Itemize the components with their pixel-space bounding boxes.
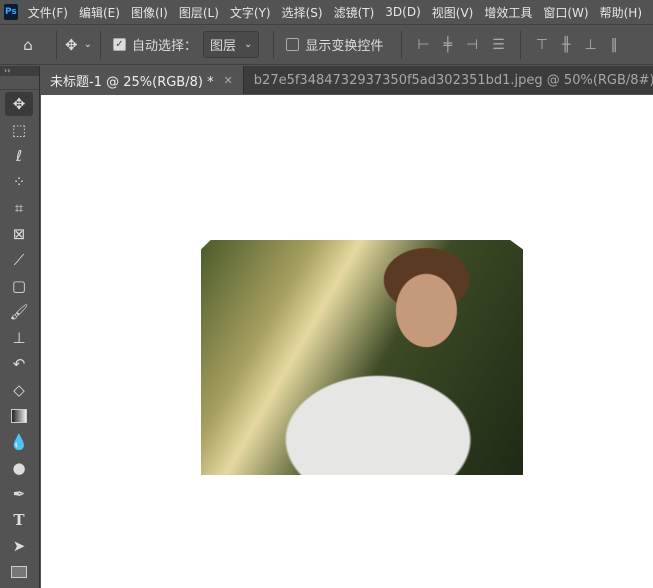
auto-select-label: 自动选择： xyxy=(131,39,197,54)
eyedropper-tool-icon[interactable]: ⟋ xyxy=(5,248,33,272)
align-left-icon[interactable]: ⊢ xyxy=(417,37,429,53)
gradient-tool-icon[interactable] xyxy=(5,404,33,428)
type-tool-icon[interactable]: T xyxy=(5,508,33,532)
align-top-icon[interactable]: ⊤ xyxy=(536,37,548,53)
chevron-down-icon: ⌄ xyxy=(244,39,253,50)
divider xyxy=(99,30,101,59)
menu-bar: Ps 文件(F) 编辑(E) 图像(I) 图层(L) 文字(Y) 选择(S) 滤… xyxy=(0,0,653,24)
tools-panel: ›› ✥ ⬚ ℓ ⁘ ⌗ ⊠ ⟋ ▢ 🖌 ⊥ ↶ ◇ 💧 ● ✒ T ➤ xyxy=(0,66,40,588)
tab-jpeg[interactable]: b27e5f3484732937350f5ad302351bd1.jpeg @ … xyxy=(242,66,653,94)
divider xyxy=(273,30,275,59)
crop-tool-icon[interactable]: ⌗ xyxy=(5,196,33,220)
menu-select[interactable]: 选择(S) xyxy=(282,4,323,21)
move-tool-icon[interactable]: ✥ xyxy=(65,36,78,54)
stamp-tool-icon[interactable]: ⊥ xyxy=(5,326,33,350)
rectangle-tool-icon[interactable] xyxy=(5,560,33,584)
menu-3d[interactable]: 3D(D) xyxy=(385,5,420,19)
menu-window[interactable]: 窗口(W) xyxy=(543,4,588,21)
align-hcenter-icon[interactable]: ╪ xyxy=(444,37,452,53)
menu-view[interactable]: 视图(V) xyxy=(432,4,474,21)
divider xyxy=(56,30,57,59)
document-tabs: 未标题-1 @ 25%(RGB/8) * ✕ b27e5f348473293735… xyxy=(40,66,653,94)
menu-help[interactable]: 帮助(H) xyxy=(600,4,642,21)
pen-tool-icon[interactable]: ✒ xyxy=(5,482,33,506)
move-tool-icon[interactable]: ✥ xyxy=(5,92,33,116)
tab-untitled-1[interactable]: 未标题-1 @ 25%(RGB/8) * ✕ xyxy=(40,66,243,94)
menu-layer[interactable]: 图层(L) xyxy=(179,4,219,21)
auto-select-target-dropdown[interactable]: 图层 ⌄ xyxy=(202,31,260,58)
divider xyxy=(519,30,521,59)
chevron-down-icon[interactable]: ⌄ xyxy=(84,39,92,50)
blur-tool-icon[interactable]: 💧 xyxy=(5,430,33,454)
brush-tool-icon[interactable]: 🖌 xyxy=(5,300,33,324)
lasso-tool-icon[interactable]: ℓ xyxy=(5,144,33,168)
distribute-vertical-icon[interactable]: ‖ xyxy=(611,37,618,53)
menu-plugins[interactable]: 增效工具 xyxy=(484,4,532,21)
tab-label: b27e5f3484732937350f5ad302351bd1.jpeg @ … xyxy=(253,72,653,88)
path-select-tool-icon[interactable]: ➤ xyxy=(5,534,33,558)
align-vcenter-icon[interactable]: ╫ xyxy=(562,37,570,53)
auto-select-checkbox[interactable]: ✓ xyxy=(112,38,126,51)
dodge-tool-icon[interactable]: ● xyxy=(5,456,33,480)
home-icon[interactable]: ⌂ xyxy=(8,36,48,54)
divider xyxy=(401,30,403,59)
close-icon[interactable]: ✕ xyxy=(224,74,233,87)
menu-edit[interactable]: 编辑(E) xyxy=(79,4,120,21)
eraser-tool-icon[interactable]: ◇ xyxy=(5,378,33,402)
distribute-icon[interactable]: ☰ xyxy=(492,37,505,53)
menu-type[interactable]: 文字(Y) xyxy=(230,4,271,21)
marquee-tool-icon[interactable]: ⬚ xyxy=(5,118,33,142)
align-bottom-icon[interactable]: ⊥ xyxy=(584,37,596,53)
photo-boy-white-polo[interactable] xyxy=(201,240,523,475)
history-brush-tool-icon[interactable]: ↶ xyxy=(5,352,33,376)
show-transform-label: 显示变换控件 xyxy=(305,39,384,54)
panel-grip[interactable] xyxy=(0,76,39,90)
dropdown-value: 图层 xyxy=(209,39,236,54)
options-bar: ⌂ ✥ ⌄ ✓ 自动选择： 图层 ⌄ 显示变换控件 ⊢ ╪ ⊣ ☰ ⊤ ╫ ⊥ ‖ xyxy=(0,24,653,65)
show-transform-checkbox[interactable] xyxy=(286,38,300,51)
quick-select-tool-icon[interactable]: ⁘ xyxy=(5,170,33,194)
expand-panel-icon[interactable]: ›› xyxy=(0,66,39,76)
align-right-icon[interactable]: ⊣ xyxy=(466,37,478,53)
photoshop-logo: Ps xyxy=(4,4,18,20)
menu-image[interactable]: 图像(I) xyxy=(131,4,168,21)
frame-tool-icon[interactable]: ⊠ xyxy=(5,222,33,246)
menu-filter[interactable]: 滤镜(T) xyxy=(334,4,375,21)
tab-label: 未标题-1 @ 25%(RGB/8) * xyxy=(50,74,214,90)
document-canvas[interactable] xyxy=(41,95,653,588)
menu-file[interactable]: 文件(F) xyxy=(28,4,68,21)
patch-tool-icon[interactable]: ▢ xyxy=(5,274,33,298)
